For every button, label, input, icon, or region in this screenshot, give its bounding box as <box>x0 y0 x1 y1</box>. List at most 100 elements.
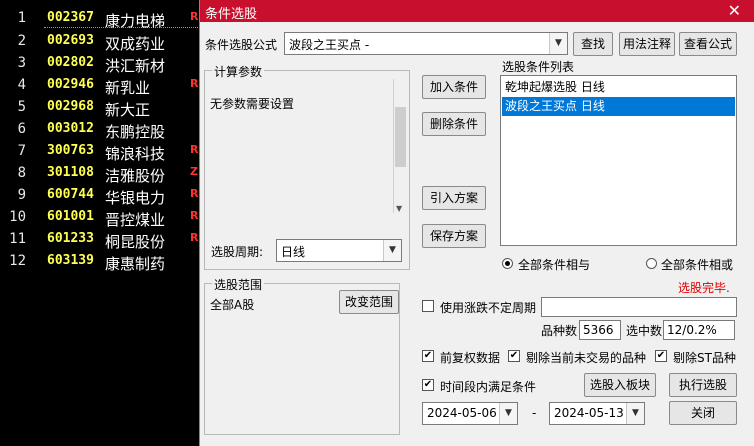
params-scrollbar[interactable]: ▼ <box>393 79 408 213</box>
chevron-down-icon[interactable]: ▼ <box>626 403 644 424</box>
fq-label: 前复权数据 <box>440 351 501 365</box>
radio-all-and[interactable] <box>502 258 513 269</box>
table-row[interactable]: 2 002693 双成药业 <box>0 33 200 55</box>
params-group: 计算参数 无参数需要设置 ▼ 选股周期: 日线 ▼ <box>204 63 410 270</box>
list-item[interactable]: 乾坤起爆选股 日线 <box>502 78 735 97</box>
status-text: 选股完毕. <box>678 281 730 295</box>
exclude-st-checkbox[interactable]: ✔ <box>655 350 667 362</box>
row-index: 11 <box>9 231 26 247</box>
date-end-picker[interactable]: 2024-05-13 ▼ <box>549 402 645 425</box>
count-value: 5366 <box>583 323 614 337</box>
table-row[interactable]: 11 601233 桐昆股份 R <box>0 231 200 253</box>
stock-code: 600744 <box>47 187 94 202</box>
dialog-title: 条件选股 <box>205 7 258 22</box>
stock-code: 300763 <box>47 143 94 158</box>
stock-name: 洁雅股份 <box>105 167 166 185</box>
add-condition-button[interactable]: 加入条件 <box>422 75 486 99</box>
fq-checkbox[interactable]: ✔ <box>422 350 434 362</box>
table-row[interactable]: 6 003012 东鹏控股 <box>0 121 200 143</box>
table-row[interactable]: 7 300763 锦浪科技 R <box>0 143 200 165</box>
row-index: 2 <box>17 33 26 49</box>
params-group-title: 计算参数 <box>212 63 265 80</box>
table-row[interactable]: 12 603139 康惠制药 <box>0 253 200 275</box>
scroll-down-icon[interactable]: ▼ <box>396 204 402 213</box>
time-range-label: 时间段内满足条件 <box>440 380 537 394</box>
row-index: 12 <box>9 253 26 269</box>
selected-field: 12/0.2% <box>663 320 735 340</box>
period-field[interactable] <box>541 297 737 317</box>
stock-name: 康惠制药 <box>105 255 166 273</box>
to-block-button[interactable]: 选股入板块 <box>584 373 656 397</box>
chevron-down-icon[interactable]: ▼ <box>499 403 517 424</box>
use-period-checkbox[interactable] <box>422 300 434 312</box>
stock-name: 锦浪科技 <box>105 145 166 163</box>
date-start-picker[interactable]: 2024-05-06 ▼ <box>422 402 518 425</box>
stock-name: 东鹏控股 <box>105 123 166 141</box>
margin-flag: R <box>190 209 199 222</box>
save-plan-button[interactable]: 保存方案 <box>422 224 486 248</box>
count-label: 品种数 <box>541 324 578 338</box>
condition-list-label: 选股条件列表 <box>502 60 575 74</box>
stock-code: 601233 <box>47 231 94 246</box>
stock-list: 1 002367 康力电梯 R 2 002693 双成药业 3 002802 洪… <box>0 0 204 446</box>
stock-code: 301108 <box>47 165 94 180</box>
range-value: 全部A股 <box>210 298 255 312</box>
params-text: 无参数需要设置 <box>210 97 295 111</box>
table-row[interactable]: 5 002968 新大正 <box>0 99 200 121</box>
stock-code: 002693 <box>47 33 94 48</box>
stock-code: 601001 <box>47 209 94 224</box>
date-start-value: 2024-05-06 <box>427 406 497 420</box>
margin-flag: R <box>190 10 199 23</box>
count-field: 5366 <box>579 320 621 340</box>
period-select[interactable]: 日线 ▼ <box>276 239 402 262</box>
stock-code: 002367 <box>47 10 94 25</box>
formula-value: 波段之王买点 - <box>289 38 370 52</box>
margin-flag: R <box>190 187 199 200</box>
row-index: 10 <box>9 209 26 225</box>
period-label: 选股周期: <box>211 245 264 259</box>
stock-name: 双成药业 <box>105 35 166 53</box>
table-row[interactable]: 4 002946 新乳业 R <box>0 77 200 99</box>
range-group: 选股范围 全部A股 改变范围 <box>204 276 400 435</box>
stock-code: 002802 <box>47 55 94 70</box>
table-row[interactable]: 1 002367 康力电梯 R <box>0 10 200 32</box>
stock-name: 华银电力 <box>105 189 166 207</box>
table-row[interactable]: 8 301108 洁雅股份 Z <box>0 165 200 187</box>
change-range-button[interactable]: 改变范围 <box>339 290 399 314</box>
dialog-titlebar[interactable]: 条件选股 ✕ <box>200 0 754 22</box>
stock-name: 新大正 <box>105 101 151 119</box>
table-row[interactable]: 10 601001 晋控煤业 R <box>0 209 200 231</box>
radio-all-or[interactable] <box>646 258 657 269</box>
formula-select[interactable]: 波段之王买点 - ▼ <box>284 32 568 55</box>
find-button[interactable]: 查找 <box>573 32 613 56</box>
stock-name: 晋控煤业 <box>105 211 166 229</box>
close-icon[interactable]: ✕ <box>728 1 741 20</box>
time-range-checkbox[interactable]: ✔ <box>422 379 434 391</box>
view-formula-button[interactable]: 查看公式 <box>679 32 737 56</box>
stock-code: 002946 <box>47 77 94 92</box>
scrollbar-thumb[interactable] <box>395 107 406 167</box>
radio-all-or-label: 全部条件相或 <box>661 258 734 272</box>
table-row[interactable]: 9 600744 华银电力 R <box>0 187 200 209</box>
stock-code: 003012 <box>47 121 94 136</box>
chevron-down-icon[interactable]: ▼ <box>383 240 401 261</box>
chevron-down-icon[interactable]: ▼ <box>549 33 567 54</box>
exclude-untraded-checkbox[interactable]: ✔ <box>508 350 520 362</box>
close-button[interactable]: 关闭 <box>669 401 737 425</box>
row-index: 1 <box>17 10 26 26</box>
row-index: 5 <box>17 99 26 115</box>
table-row[interactable]: 3 002802 洪汇新材 <box>0 55 200 77</box>
range-group-title: 选股范围 <box>212 276 265 293</box>
formula-label: 条件选股公式 <box>205 38 278 52</box>
execute-button[interactable]: 执行选股 <box>669 373 737 397</box>
row-index: 9 <box>17 187 26 203</box>
usage-button[interactable]: 用法注释 <box>619 32 675 56</box>
condition-list[interactable]: 乾坤起爆选股 日线 波段之王买点 日线 <box>500 75 737 246</box>
row-index: 4 <box>17 77 26 93</box>
delete-condition-button[interactable]: 删除条件 <box>422 112 486 136</box>
row-index: 7 <box>17 143 26 159</box>
use-period-label: 使用涨跌不定周期 <box>440 301 537 315</box>
condition-select-dialog: 条件选股 ✕ 条件选股公式 波段之王买点 - ▼ 查找 用法注释 查看公式 计算… <box>199 0 754 446</box>
import-plan-button[interactable]: 引入方案 <box>422 186 486 210</box>
list-item-selected[interactable]: 波段之王买点 日线 <box>502 97 735 116</box>
